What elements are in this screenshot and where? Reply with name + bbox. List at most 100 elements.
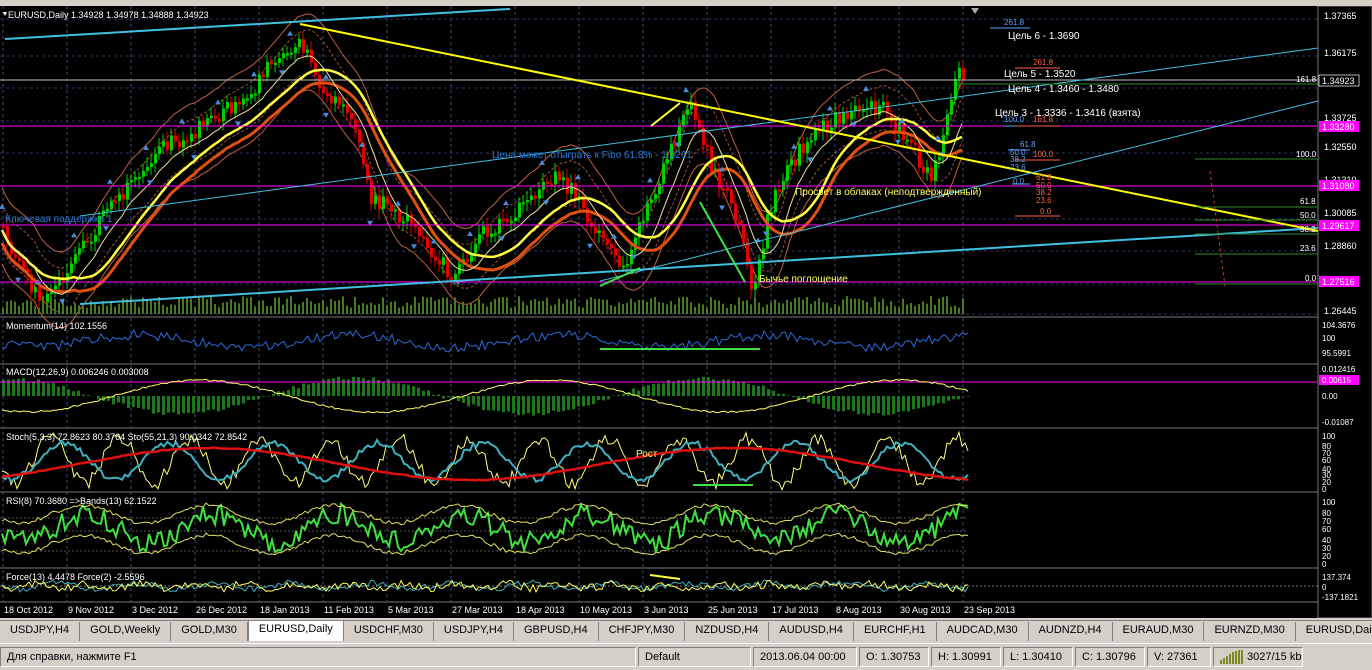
candle-body (810, 140, 813, 143)
chart-tab[interactable]: AUDNZD,H4 (1029, 622, 1113, 641)
candle-body (434, 256, 437, 261)
chart-tab[interactable]: USDJPY,H4 (434, 622, 514, 641)
volume-bar (334, 300, 336, 314)
candle-body (518, 202, 521, 218)
chart-tab[interactable]: GOLD,Weekly (80, 622, 172, 641)
candle-body (374, 195, 377, 204)
chart-canvas[interactable]: EURUSD,Daily 1.34928 1.34978 1.34888 1.3… (0, 5, 1372, 619)
chart-tab[interactable]: AUDUSD,H4 (769, 622, 854, 641)
macd-bar (937, 396, 940, 403)
date-tick: 9 Nov 2012 (68, 605, 114, 615)
volume-bar (838, 306, 840, 314)
date-tick: 3 Dec 2012 (132, 605, 178, 615)
volume-bar (950, 306, 952, 314)
candle-body (930, 167, 933, 181)
bollinger-upper (1, 13, 963, 253)
chart-tab[interactable]: AUDCAD,M30 (937, 622, 1029, 641)
volume-bar (874, 296, 876, 314)
candle-body (546, 181, 549, 184)
macd-bar (787, 395, 790, 396)
fib-label: 38.2 (1300, 225, 1316, 234)
candle-body (558, 171, 561, 181)
candle-body (626, 264, 629, 267)
macd-bar (357, 377, 360, 396)
fractal-down-icon (103, 226, 109, 232)
candle-body (658, 183, 661, 195)
candle-body (502, 218, 505, 221)
chart-tab[interactable]: EURUSD,Daily (247, 620, 344, 641)
candle-body (234, 101, 237, 114)
price-tick: 1.37365 (1324, 11, 1357, 21)
candle-body (202, 121, 205, 126)
macd-bar (947, 396, 950, 401)
stoch-slow (1, 446, 969, 482)
chart-tab[interactable]: EURCHF,H1 (854, 622, 937, 641)
volume-bar (846, 296, 848, 314)
cloud-note: Просвет в облаках (неподтвержденный) (795, 186, 982, 198)
volume-bar (514, 306, 516, 314)
chart-tab[interactable]: EURAUD,M30 (1113, 622, 1205, 641)
macd-bar (882, 396, 885, 416)
candle-body (482, 226, 485, 235)
collapse-icon[interactable] (3, 12, 7, 16)
macd-bar (607, 396, 610, 400)
candle-body (422, 236, 425, 239)
chart-tab[interactable]: USDJPY,H4 (0, 622, 81, 641)
volume-bar (42, 296, 44, 314)
volume-bar (202, 297, 204, 314)
scale-tick: 60 (1322, 456, 1331, 465)
candle-body (306, 49, 309, 53)
chart-tab[interactable]: GBPUSD,H4 (514, 622, 599, 641)
volume-bar (542, 300, 544, 314)
candle-body (274, 62, 277, 65)
connection-status[interactable]: 3027/15 kb (1213, 647, 1303, 667)
level-price: 1.33280 (1322, 122, 1355, 132)
macd-bar (67, 389, 70, 396)
volume-bar (406, 302, 408, 314)
macd-bar (192, 396, 195, 414)
channel-bottom (79, 227, 1319, 305)
target6-label: Цель 6 - 1.3690 (1008, 31, 1080, 42)
chart-tab[interactable]: CHFJPY,M30 (599, 622, 686, 641)
chart-tab[interactable]: GOLD,M30 (171, 622, 248, 641)
chart-tab[interactable]: NZDUSD,H4 (685, 622, 770, 641)
volume-bar (246, 298, 248, 314)
volume-bar (258, 301, 260, 314)
volume-bar (230, 299, 232, 314)
chart-tab[interactable]: EURUSD,Daily (1296, 622, 1372, 641)
candle-body (614, 248, 617, 256)
candle-body (146, 167, 149, 171)
macd-bar (567, 396, 570, 410)
candle-body (290, 52, 293, 55)
volume-bar (358, 304, 360, 314)
volume-bar (190, 298, 192, 314)
fractal-up-icon (647, 177, 653, 183)
macd-bar (532, 396, 535, 416)
macd-bar (242, 396, 245, 404)
macd-bar (127, 396, 130, 408)
fib-label: 50.0 (1300, 211, 1316, 220)
volume-bar (242, 296, 244, 314)
rsi-label: RSI(8) 70.3680 =>Bands(13) 62.1522 (6, 496, 157, 506)
macd-bar (307, 384, 310, 396)
volume-bar (902, 298, 904, 314)
chart-area[interactable]: EURUSD,Daily 1.34928 1.34978 1.34888 1.3… (0, 5, 1372, 619)
volume-bar (590, 297, 592, 314)
growth-label: Рост (636, 449, 658, 460)
macd-bar (837, 396, 840, 412)
macd-bar (412, 386, 415, 396)
volume-bar (466, 305, 468, 314)
status-low: L: 1.30410 (1003, 647, 1073, 667)
volume-bar (850, 298, 852, 314)
chart-tab[interactable]: EURNZD,M30 (1204, 622, 1296, 641)
scale-tick: 137.374 (1322, 573, 1351, 582)
volume-bar (374, 304, 376, 314)
volume-bar (802, 299, 804, 314)
candle-body (722, 188, 725, 191)
status-profile[interactable]: Default (638, 647, 751, 667)
volume-bar (66, 306, 68, 314)
volume-bar (942, 296, 944, 314)
macd-bar (202, 396, 205, 413)
candle-body (250, 94, 253, 99)
chart-tab[interactable]: USDCHF,M30 (344, 622, 434, 641)
